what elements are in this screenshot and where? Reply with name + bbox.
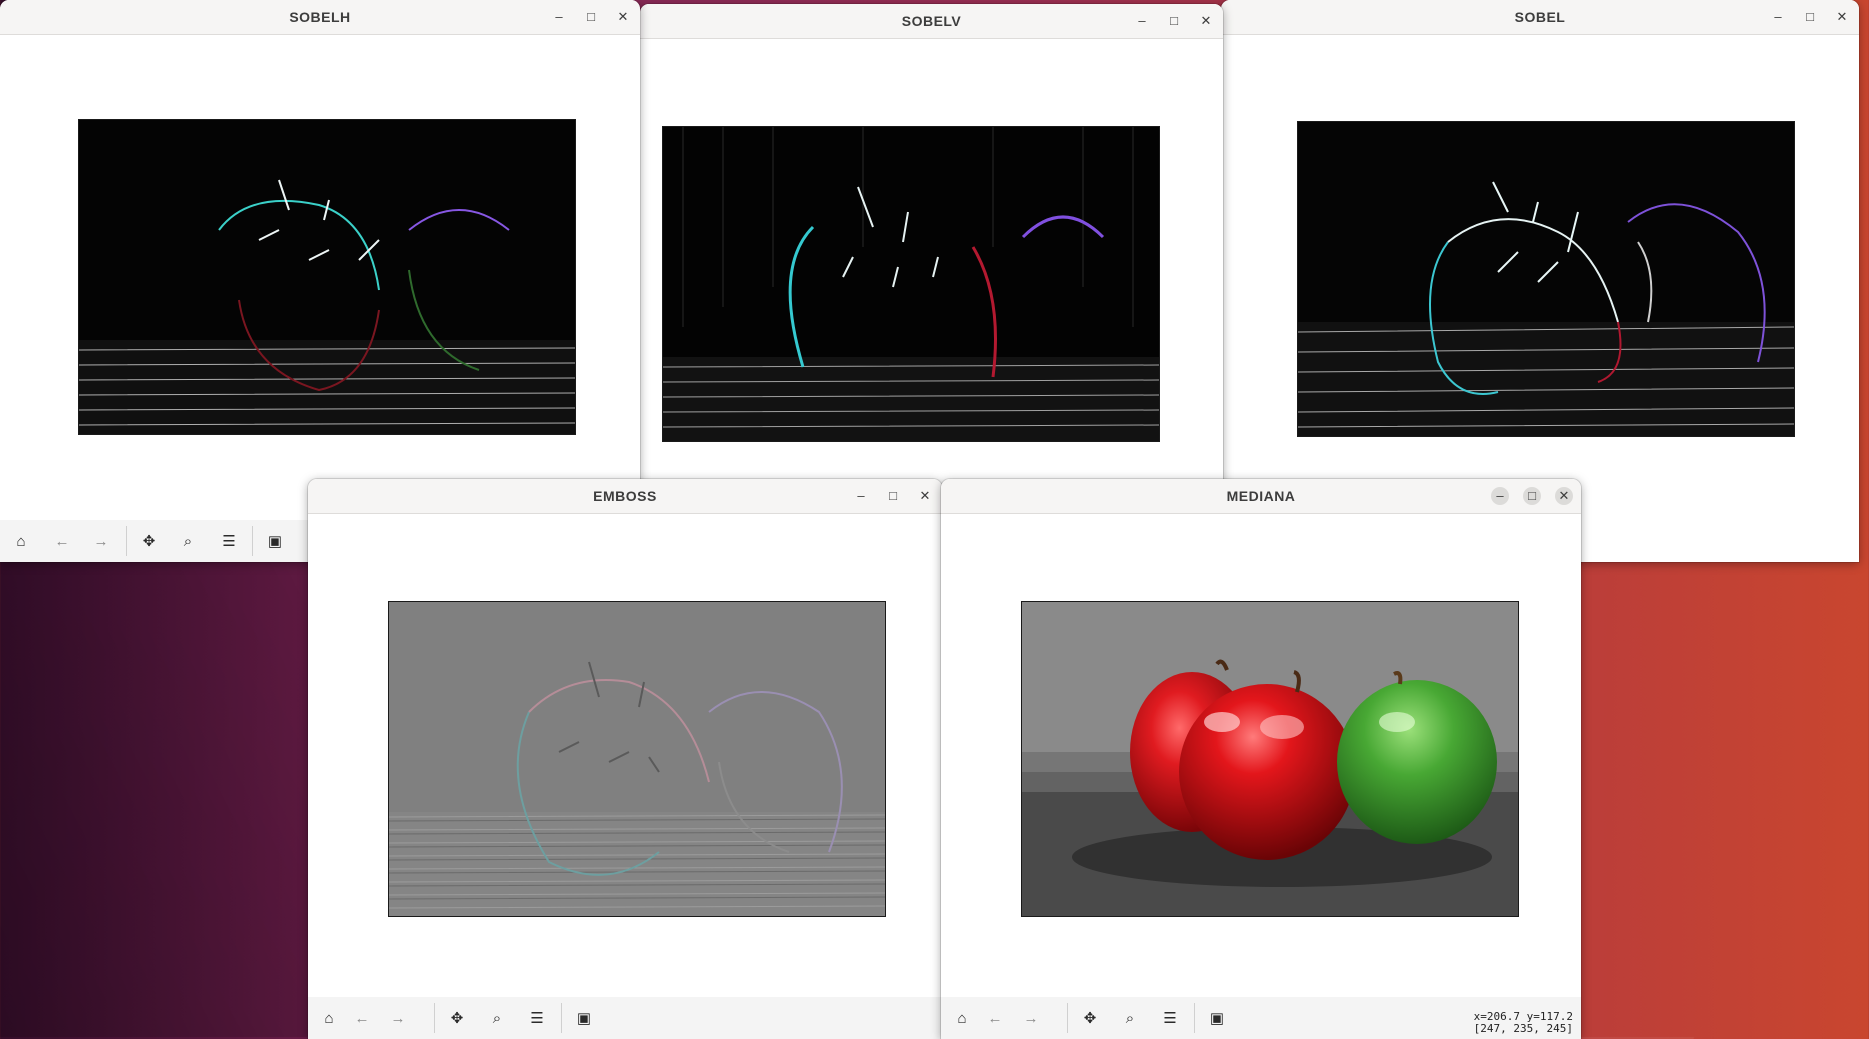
window-sobel[interactable]: SOBEL – □ ✕ xyxy=(1221,0,1859,562)
image-canvas[interactable] xyxy=(1021,601,1519,917)
pan-icon[interactable]: ✥ xyxy=(1079,1008,1101,1030)
titlebar[interactable]: SOBELV – □ ✕ xyxy=(640,4,1223,39)
maximize-icon[interactable]: □ xyxy=(582,8,600,26)
maximize-icon[interactable]: □ xyxy=(1165,12,1183,30)
close-icon[interactable]: ✕ xyxy=(1833,8,1851,26)
image-canvas[interactable] xyxy=(662,126,1160,442)
home-icon[interactable]: ⌂ xyxy=(951,1008,973,1030)
toolbar-separator xyxy=(252,526,253,556)
forward-arrow-icon[interactable]: → xyxy=(90,531,112,553)
forward-arrow-icon[interactable]: → xyxy=(387,1008,409,1030)
maximize-icon[interactable]: □ xyxy=(1523,487,1541,505)
close-icon[interactable]: ✕ xyxy=(614,8,632,26)
sobelh-image xyxy=(79,120,575,434)
zoom-icon[interactable]: ⌕ xyxy=(177,531,199,553)
minimize-icon[interactable]: – xyxy=(550,8,568,26)
configure-icon[interactable]: ☰ xyxy=(218,531,240,553)
save-icon[interactable]: ▣ xyxy=(1206,1008,1228,1030)
window-mediana[interactable]: MEDIANA – □ ✕ ⌂ ← → ✥ ⌕ ☰ ▣ x=206.7 y=11… xyxy=(941,479,1581,1039)
configure-icon[interactable]: ☰ xyxy=(1159,1008,1181,1030)
window-title: EMBOSS xyxy=(593,488,657,504)
save-icon[interactable]: ▣ xyxy=(264,531,286,553)
close-icon[interactable]: ✕ xyxy=(1197,12,1215,30)
plot-toolbar: ⌂ ← → ✥ ⌕ ☰ ▣ xyxy=(308,997,942,1039)
save-icon[interactable]: ▣ xyxy=(573,1008,595,1030)
sobel-image xyxy=(1298,122,1794,436)
toolbar-separator xyxy=(1194,1003,1195,1033)
window-title: SOBELH xyxy=(289,9,351,25)
close-icon[interactable]: ✕ xyxy=(1555,487,1573,505)
titlebar[interactable]: MEDIANA – □ ✕ xyxy=(941,479,1581,514)
zoom-icon[interactable]: ⌕ xyxy=(486,1008,508,1030)
toolbar-separator xyxy=(126,526,127,556)
titlebar[interactable]: SOBELH – □ ✕ xyxy=(0,0,640,35)
titlebar[interactable]: SOBEL – □ ✕ xyxy=(1221,0,1859,35)
window-title: SOBEL xyxy=(1514,9,1566,25)
window-emboss[interactable]: EMBOSS – □ ✕ ⌂ ← → ✥ ⌕ ☰ ▣ xyxy=(308,479,942,1039)
cursor-rgb: [247, 235, 245] xyxy=(1473,1022,1573,1035)
zoom-icon[interactable]: ⌕ xyxy=(1119,1008,1141,1030)
home-icon[interactable]: ⌂ xyxy=(10,531,32,553)
image-canvas[interactable] xyxy=(388,601,886,917)
forward-arrow-icon[interactable]: → xyxy=(1020,1008,1042,1030)
back-arrow-icon[interactable]: ← xyxy=(351,1008,373,1030)
minimize-icon[interactable]: – xyxy=(852,487,870,505)
sobelv-image xyxy=(663,127,1159,441)
mediana-image xyxy=(1022,602,1518,916)
image-canvas[interactable] xyxy=(78,119,576,435)
plot-toolbar: ⌂ ← → ✥ ⌕ ☰ ▣ x=206.7 y=117.2 [247, 235,… xyxy=(941,997,1581,1039)
pan-icon[interactable]: ✥ xyxy=(446,1008,468,1030)
toolbar-separator xyxy=(1067,1003,1068,1033)
maximize-icon[interactable]: □ xyxy=(1801,8,1819,26)
window-sobelh[interactable]: SOBELH – □ ✕ ⌂ ← → ✥ ⌕ ☰ ▣ xyxy=(0,0,640,562)
toolbar-separator xyxy=(434,1003,435,1033)
pan-icon[interactable]: ✥ xyxy=(138,531,160,553)
maximize-icon[interactable]: □ xyxy=(884,487,902,505)
configure-icon[interactable]: ☰ xyxy=(526,1008,548,1030)
close-icon[interactable]: ✕ xyxy=(916,487,934,505)
titlebar[interactable]: EMBOSS – □ ✕ xyxy=(308,479,942,514)
toolbar-separator xyxy=(561,1003,562,1033)
back-arrow-icon[interactable]: ← xyxy=(984,1008,1006,1030)
cursor-readout: x=206.7 y=117.2 [247, 235, 245] xyxy=(1474,1011,1573,1035)
minimize-icon[interactable]: – xyxy=(1133,12,1151,30)
back-arrow-icon[interactable]: ← xyxy=(51,531,73,553)
minimize-icon[interactable]: – xyxy=(1769,8,1787,26)
image-canvas[interactable] xyxy=(1297,121,1795,437)
home-icon[interactable]: ⌂ xyxy=(318,1008,340,1030)
window-title: MEDIANA xyxy=(1226,488,1296,504)
emboss-image xyxy=(389,602,885,916)
minimize-icon[interactable]: – xyxy=(1491,487,1509,505)
